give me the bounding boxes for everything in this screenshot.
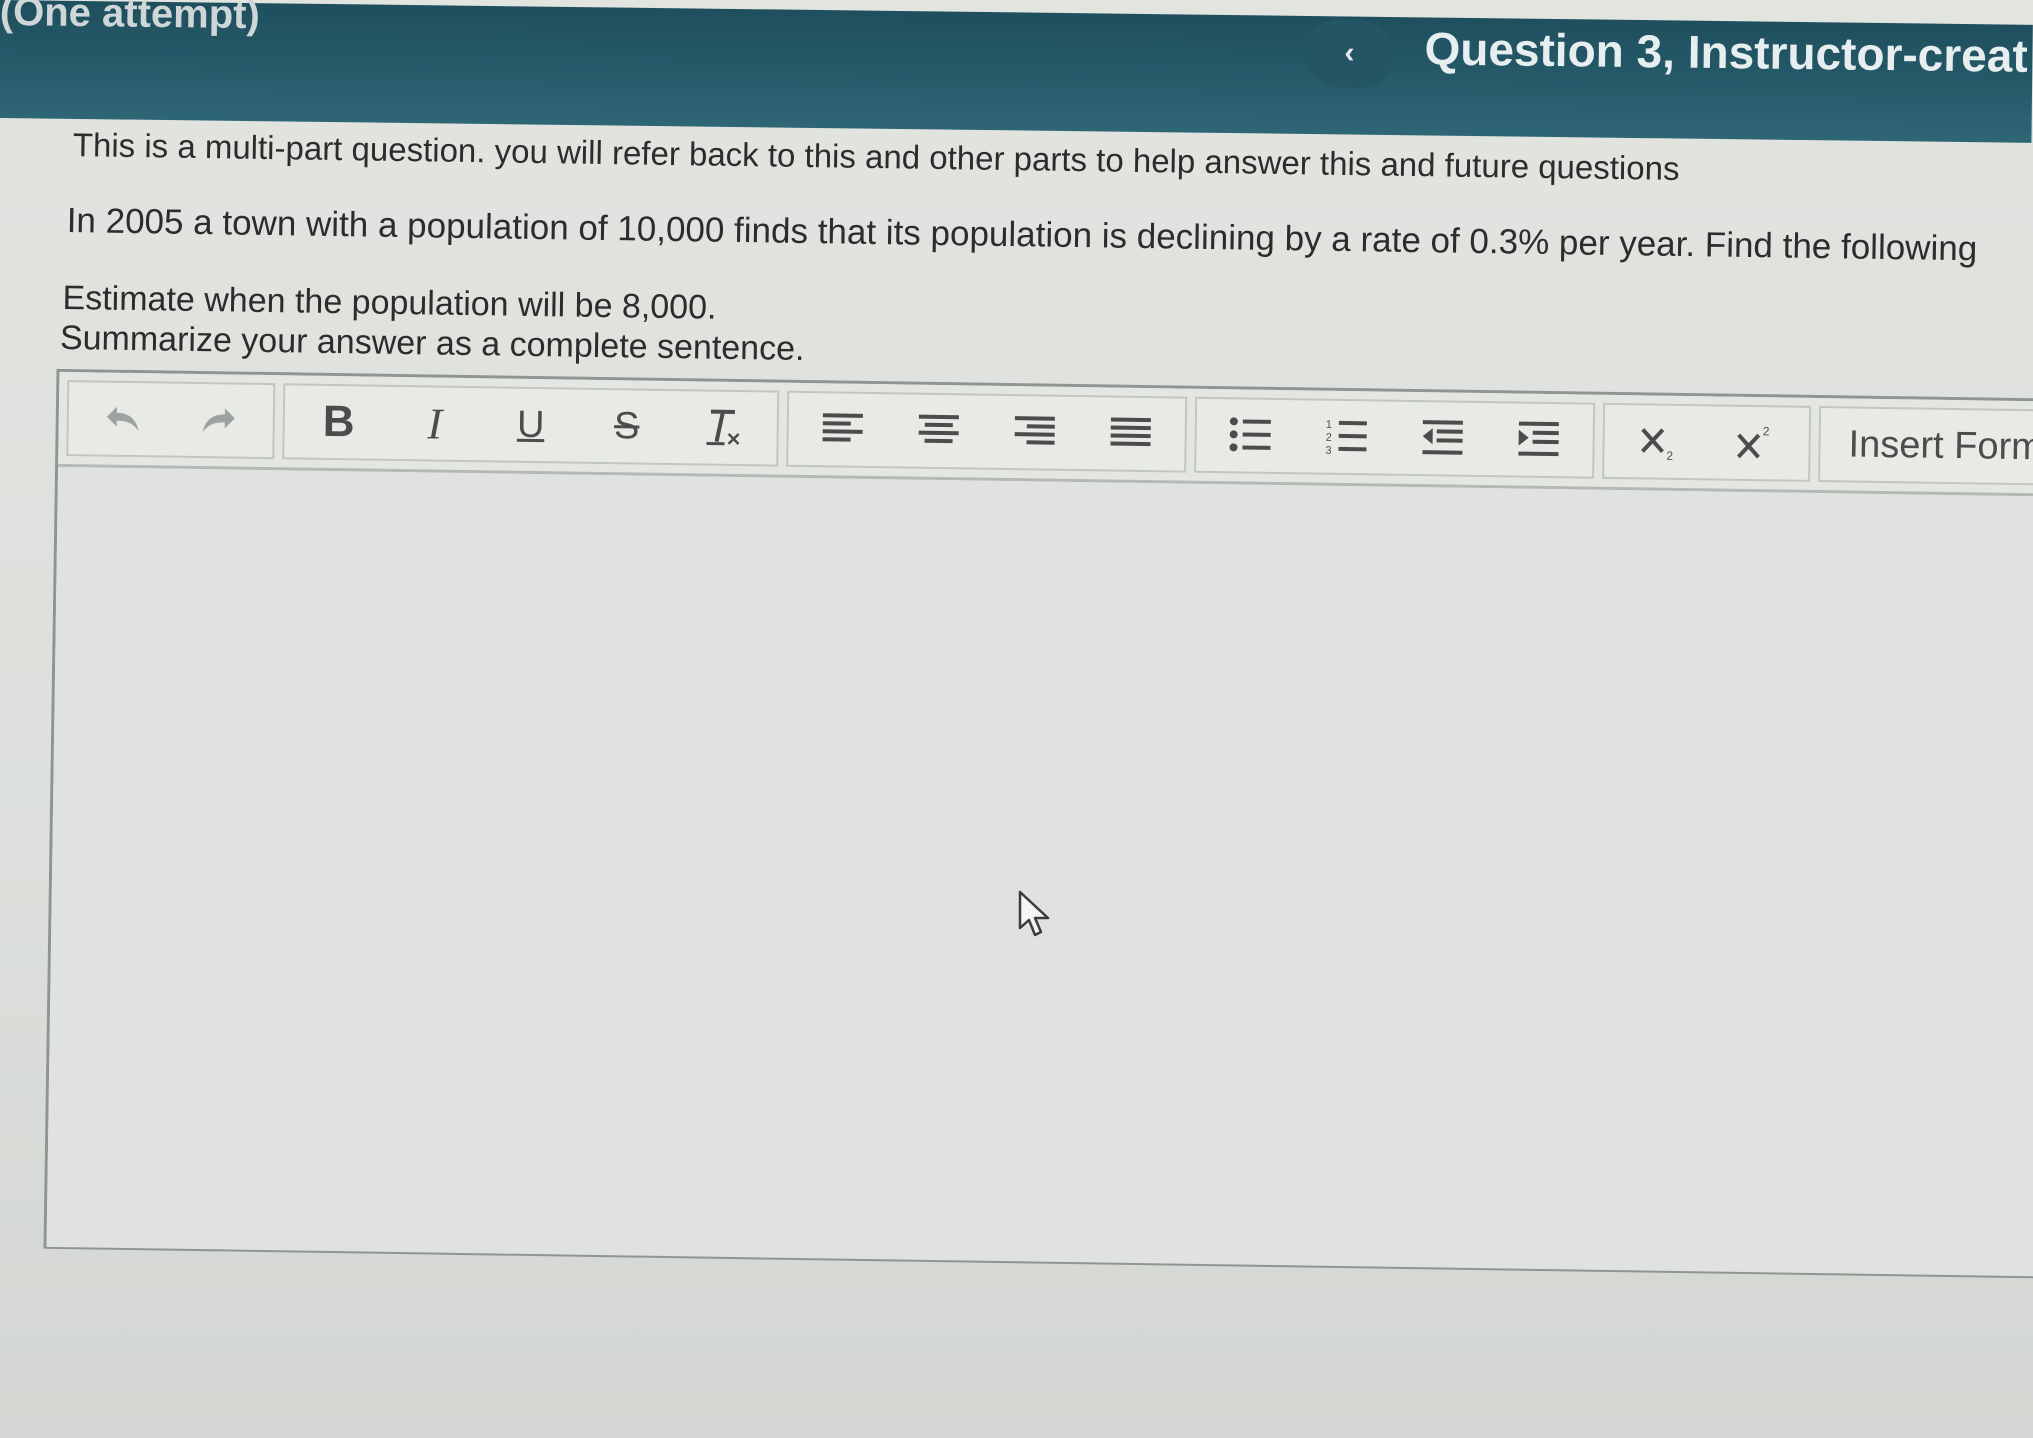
undo-button[interactable] [74,383,171,454]
align-center-button[interactable] [890,395,987,466]
numbered-list-icon: 1 2 3 [1325,419,1367,457]
redo-button[interactable] [170,385,267,456]
bullet-list-button[interactable] [1202,400,1299,471]
align-left-icon [822,413,863,442]
alignment-group [786,390,1188,473]
format-group: B I U S [282,383,780,467]
align-justify-button[interactable] [1082,398,1179,469]
insert-formula-button[interactable]: Insert Formu [1818,406,2033,487]
italic-icon: I [427,398,443,449]
underline-button[interactable]: U [482,389,579,460]
subscript-icon: 2 [1641,428,1674,462]
undo-icon [106,406,139,432]
script-group: 2 2 [1602,402,1812,482]
clear-formatting-icon [706,409,740,446]
clear-formatting-button[interactable] [674,392,771,463]
strikethrough-icon: S [613,404,640,448]
svg-text:2: 2 [1326,432,1332,444]
indent-button[interactable] [1490,404,1587,475]
align-center-icon [918,414,959,444]
indent-icon [1518,421,1559,457]
redo-icon [202,408,235,433]
bold-icon: B [322,396,356,447]
history-group [66,380,276,460]
screen: (One attempt) ‹ Question 3, Instructor-c… [0,0,2033,1438]
superscript-icon: 2 [1736,424,1770,459]
mouse-pointer-icon [1018,890,1050,937]
svg-text:1: 1 [1326,419,1332,431]
svg-text:3: 3 [1325,445,1331,457]
italic-button[interactable]: I [386,388,483,459]
bold-button[interactable]: B [290,386,387,457]
svg-text:2: 2 [1763,424,1770,438]
answer-text-area[interactable] [46,466,2033,1278]
outdent-icon [1422,420,1463,455]
question-content: This is a multi-part question. you will … [0,0,2033,1438]
subscript-button[interactable]: 2 [1610,406,1707,477]
underline-icon: U [516,403,545,446]
numbered-list-button[interactable]: 1 2 3 [1298,401,1395,472]
bullet-list-icon [1229,417,1271,452]
rich-text-editor: B I U S 1 2 3 2 2 Insert Formu [43,368,2033,1280]
svg-text:2: 2 [1666,449,1673,462]
strikethrough-button[interactable]: S [578,391,675,462]
align-right-icon [1014,416,1055,445]
align-left-button[interactable] [794,394,891,465]
question-intro: This is a multi-part question. you will … [72,126,1680,187]
align-right-button[interactable] [986,397,1083,468]
question-problem: In 2005 a town with a population of 10,0… [66,201,1978,269]
superscript-button[interactable]: 2 [1706,407,1803,478]
align-justify-icon [1110,417,1151,447]
list-group: 1 2 3 [1194,396,1596,479]
outdent-button[interactable] [1394,403,1491,474]
